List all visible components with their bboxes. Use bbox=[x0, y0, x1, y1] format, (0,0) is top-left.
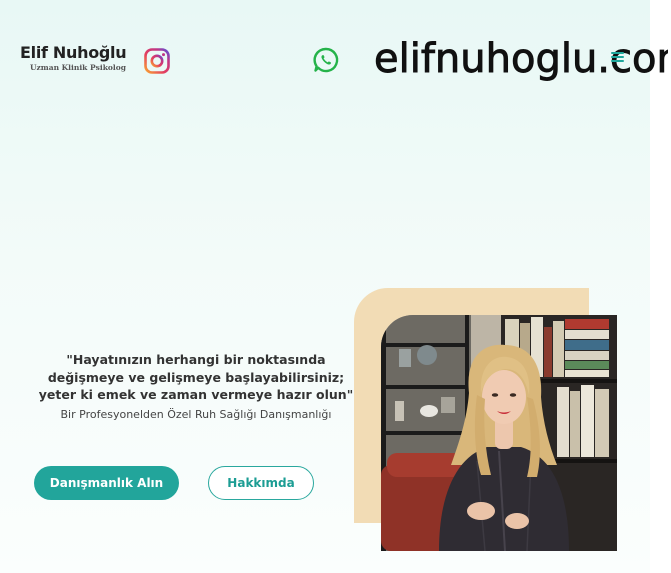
hero-quote: "Hayatınızın herhangi bir noktasında değ… bbox=[20, 351, 372, 404]
portrait-photo bbox=[381, 315, 617, 551]
instagram-icon[interactable] bbox=[143, 47, 171, 75]
hero-subtitle: Bir Profesyonelden Özel Ruh Sağlığı Danı… bbox=[60, 408, 332, 421]
hamburger-menu-icon[interactable] bbox=[611, 52, 624, 63]
get-consultation-button[interactable]: Danışmanlık Alın bbox=[34, 466, 179, 500]
whatsapp-icon[interactable] bbox=[312, 46, 340, 74]
brand-name: Elif Nuhoğlu bbox=[20, 43, 127, 62]
quote-line: yeter ki emek ve zaman vermeye hazır olu… bbox=[38, 387, 354, 402]
brand-logo[interactable]: Elif Nuhoğlu Uzman Klinik Psikolog bbox=[20, 43, 127, 73]
about-button[interactable]: Hakkımda bbox=[208, 466, 314, 500]
quote-line: değişmeye ve gelişmeye başlayabilirsiniz… bbox=[47, 369, 345, 385]
brand-subtitle: Uzman Klinik Psikolog bbox=[30, 63, 126, 72]
quote-line: "Hayatınızın herhangi bir noktasında bbox=[66, 352, 326, 367]
watermark-handwriting: elifnuhoglu.com bbox=[374, 36, 668, 83]
